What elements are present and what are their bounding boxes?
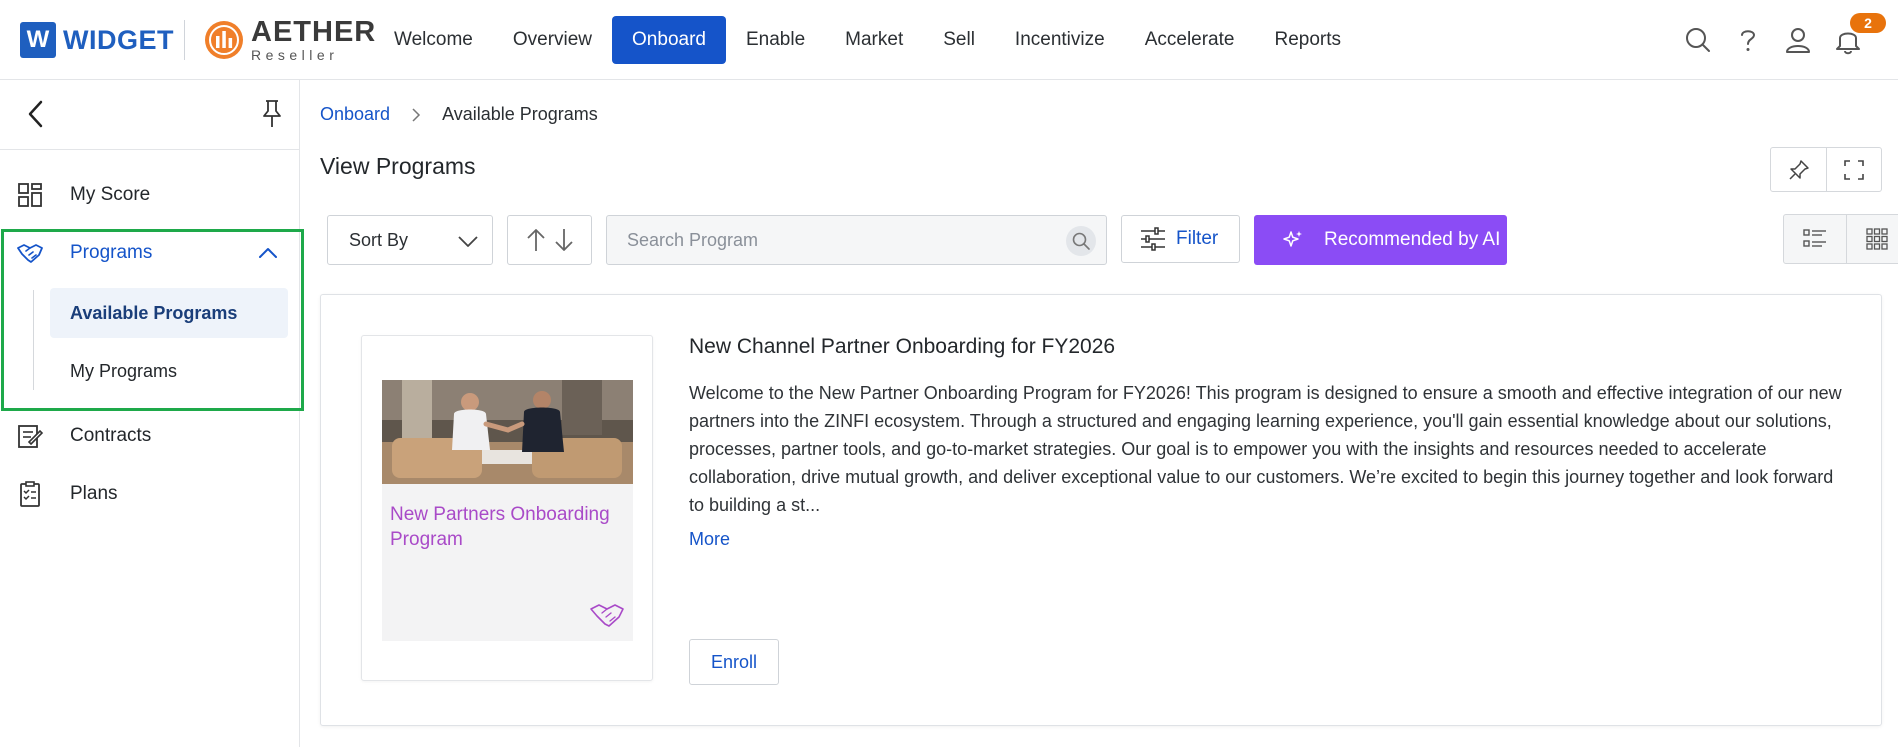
main-nav: Welcome Overview Onboard Enable Market S… [374,16,1361,64]
widget-logo-text: WIDGET [63,24,174,55]
breadcrumb-current: Available Programs [442,104,598,124]
sidebar-item-programs[interactable]: Programs [0,228,300,278]
sidebar-item-contracts[interactable]: Contracts [0,411,300,461]
enroll-button[interactable]: Enroll [689,639,779,685]
breadcrumb: Onboard Available Programs [320,104,598,125]
search-icon [1072,232,1090,250]
sidebar: My Score Programs Available Programs My … [0,80,304,747]
fullscreen-icon [1844,159,1864,180]
filter-sliders-icon [1141,227,1165,251]
list-view-button[interactable] [1784,215,1846,263]
program-thumbnail-frame[interactable]: New Partners Onboarding Program [361,335,653,681]
sidebar-header [0,80,299,150]
bell-icon[interactable]: 2 [1828,13,1886,60]
handshake-icon [17,244,43,263]
search-submit-button[interactable] [1066,226,1096,256]
more-link[interactable]: More [689,529,730,550]
user-icon[interactable] [1778,20,1818,60]
main-content: Onboard Available Programs View Programs… [301,80,1898,747]
sidebar-subitem-available-programs[interactable]: Available Programs [50,288,288,338]
nav-incentivize[interactable]: Incentivize [995,16,1125,64]
widget-logo-mark: W [20,22,56,58]
nav-market[interactable]: Market [825,16,923,64]
chevron-down-icon [458,236,478,247]
search-icon[interactable] [1678,20,1718,60]
chevron-up-icon[interactable] [256,241,280,265]
program-thumbnail: New Partners Onboarding Program [382,380,633,641]
program-toolbar: Sort By Filter Recommended by AI [327,214,1898,265]
submenu-rail [33,290,34,390]
sidebar-item-label: My Score [70,184,151,205]
program-title[interactable]: New Channel Partner Onboarding for FY202… [689,335,1115,359]
sparkle-icon [1283,231,1302,247]
logo-divider [184,20,185,60]
program-thumbnail-caption: New Partners Onboarding Program [390,504,610,550]
recommended-by-ai-button[interactable]: Recommended by AI [1254,215,1507,265]
sort-direction-button[interactable] [507,215,592,265]
nav-accelerate[interactable]: Accelerate [1125,16,1255,64]
sort-by-label: Sort By [349,229,409,250]
breadcrumb-onboard[interactable]: Onboard [320,104,390,125]
nav-overview[interactable]: Overview [493,16,612,64]
fullscreen-button[interactable] [1826,148,1881,191]
page-tools [1770,147,1882,192]
view-toggle [1783,214,1898,264]
sidebar-item-my-score[interactable]: My Score [0,170,300,220]
sidebar-item-label: Programs [70,242,153,263]
sort-arrows-icon [526,229,573,251]
checklist-icon [20,481,40,507]
sidebar-subitem-my-programs[interactable]: My Programs [50,346,288,396]
nav-reports[interactable]: Reports [1254,16,1361,64]
collapse-sidebar-icon[interactable] [20,98,52,130]
nav-welcome[interactable]: Welcome [374,16,493,64]
nav-enable[interactable]: Enable [726,16,825,64]
pin-page-button[interactable] [1771,148,1826,191]
pin-icon [1788,159,1809,180]
search-input[interactable] [607,216,1047,264]
handshake-photo [382,380,633,484]
help-icon[interactable] [1728,20,1768,60]
sidebar-item-plans[interactable]: Plans [0,469,300,519]
list-view-icon [1803,229,1826,247]
nav-sell[interactable]: Sell [923,16,995,64]
contract-icon [18,425,44,448]
handshake-icon [590,604,624,627]
program-card: New Partners Onboarding Program New Chan… [320,294,1882,726]
recommended-by-ai-label: Recommended by AI [1324,229,1501,250]
header-actions: 2 [1668,13,1886,60]
chevron-right-icon [412,107,421,122]
pin-sidebar-icon[interactable] [256,97,288,129]
top-bar: W WIDGET AETHER Reseller Welcome Overvie… [0,0,1898,80]
program-description: Welcome to the New Partner Onboarding Pr… [689,383,1842,515]
grid-view-icon [1866,228,1888,250]
sidebar-item-label: Contracts [70,425,152,446]
aether-logo-sub: Reseller [251,47,339,63]
dashboard-icon [18,183,42,207]
aether-logo-name: AETHER [251,16,377,48]
filter-button[interactable]: Filter [1121,215,1240,263]
nav-onboard[interactable]: Onboard [612,16,726,64]
page-title: View Programs [320,153,476,179]
sort-by-dropdown[interactable]: Sort By [327,215,493,265]
notification-badge: 2 [1850,13,1886,33]
search-box [606,215,1107,265]
aether-logo[interactable]: AETHER Reseller [203,18,376,62]
widget-logo[interactable]: W WIDGET [20,22,174,58]
aether-logo-icon [205,21,243,59]
sidebar-item-label: Plans [70,483,118,504]
filter-label: Filter [1176,228,1219,249]
grid-view-button[interactable] [1845,215,1898,263]
